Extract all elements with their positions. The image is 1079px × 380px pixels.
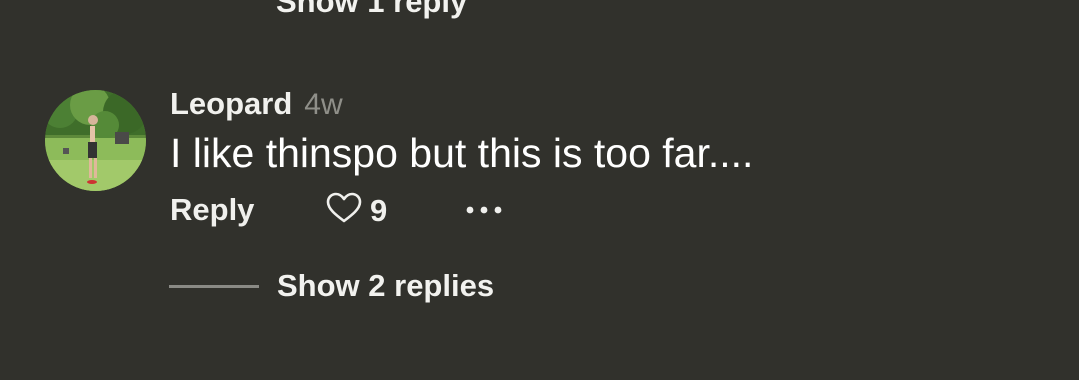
show-previous-replies-button[interactable]: Show 1 reply xyxy=(276,0,467,20)
comment-timestamp: 4w xyxy=(304,88,343,121)
like-button[interactable]: 9 xyxy=(326,192,387,229)
avatar[interactable] xyxy=(45,90,146,191)
comment-text: I like thinspo but this is too far.... xyxy=(170,130,754,176)
comment-header: Leopard 4w xyxy=(170,86,343,122)
reply-button[interactable]: Reply xyxy=(170,192,254,228)
more-horizontal-icon xyxy=(465,206,503,226)
heart-outline-icon xyxy=(326,192,362,229)
avatar-image xyxy=(45,90,146,191)
replies-divider-line xyxy=(169,285,259,288)
username[interactable]: Leopard xyxy=(170,86,292,122)
show-replies-button[interactable]: Show 2 replies xyxy=(277,268,494,304)
more-options-button[interactable] xyxy=(465,198,503,222)
like-count: 9 xyxy=(370,192,388,228)
